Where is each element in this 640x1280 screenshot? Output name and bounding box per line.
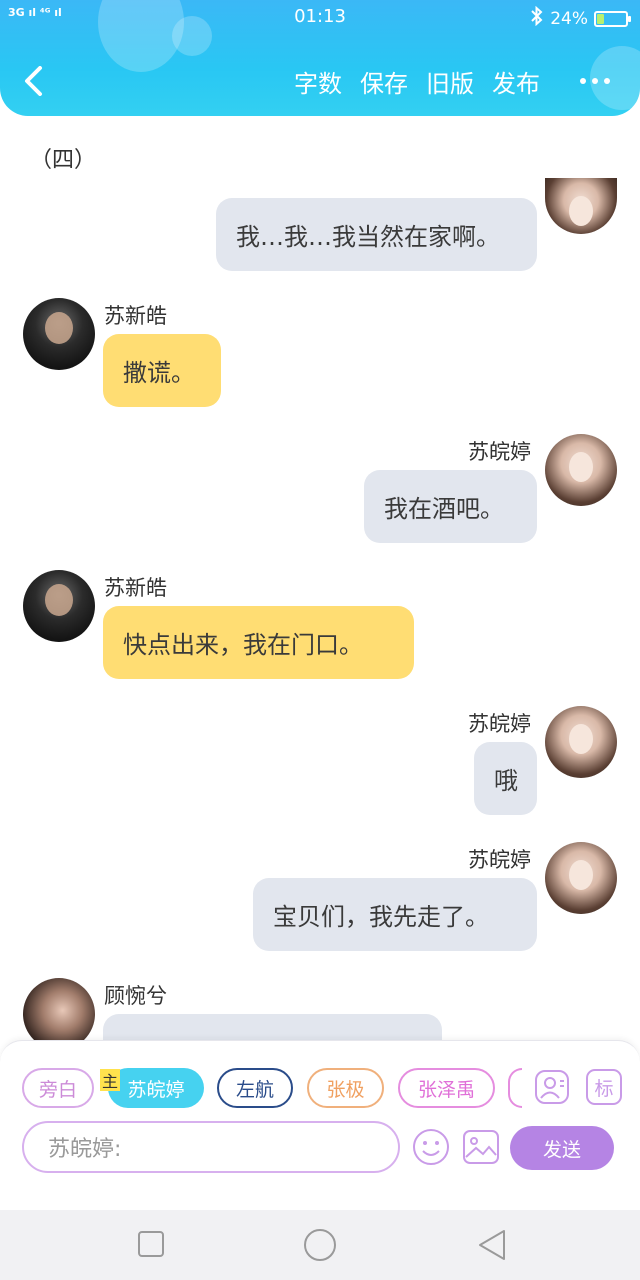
message-bubble: 我在酒吧。: [364, 470, 537, 543]
image-icon[interactable]: [463, 1130, 499, 1168]
back-icon[interactable]: [22, 66, 46, 96]
emoji-icon[interactable]: [412, 1128, 450, 1170]
chapter-title: （四）: [30, 148, 97, 173]
header-bar: 3G ıl ⁴ᴳ ıl 01:13 24% 字数 保存 旧版 发布: [0, 0, 640, 116]
message-input[interactable]: 苏皖婷:: [22, 1121, 400, 1173]
word-count-button[interactable]: 字数: [294, 64, 342, 99]
status-right: 24%: [530, 5, 631, 31]
sender-name: 顾惋兮: [104, 984, 167, 1008]
sender-name: 苏皖婷: [468, 848, 531, 872]
more-icon[interactable]: [580, 78, 610, 84]
sender-name: 苏新皓: [104, 304, 167, 328]
message-bubble: 哦: [474, 742, 537, 815]
battery-level: [597, 13, 605, 24]
avatar[interactable]: [545, 434, 617, 506]
system-nav-bar: [0, 1210, 640, 1280]
message-bubble: [103, 1014, 442, 1040]
role-chip[interactable]: 张极: [307, 1068, 384, 1108]
avatar[interactable]: [23, 570, 95, 642]
avatar[interactable]: [545, 706, 617, 778]
message-bubble: 快点出来，我在门口。: [103, 606, 414, 679]
role-chip-active[interactable]: 苏皖婷: [108, 1068, 204, 1108]
bluetooth-icon: [530, 5, 544, 31]
send-button[interactable]: 发送: [510, 1126, 614, 1170]
avatar[interactable]: [23, 298, 95, 370]
home-icon[interactable]: [303, 1228, 337, 1266]
header-actions: 字数 保存 旧版 发布: [294, 64, 540, 99]
role-chip-partial[interactable]: [508, 1068, 522, 1108]
status-bar: 3G ıl ⁴ᴳ ıl 01:13 24%: [0, 0, 640, 34]
role-chip-narrator[interactable]: 旁白: [22, 1068, 94, 1108]
publish-button[interactable]: 发布: [492, 64, 540, 99]
role-manage-icon[interactable]: [534, 1069, 570, 1109]
chat-area[interactable]: （四） 我…我…我当然在家啊。 苏新皓 撒谎。 苏皖婷 我在酒吧。 苏新皓 快点…: [0, 116, 640, 1040]
role-chip[interactable]: 张泽禹: [398, 1068, 495, 1108]
sender-name: 苏新皓: [104, 576, 167, 600]
battery-icon: [594, 10, 631, 27]
message-bubble: 宝贝们，我先走了。: [253, 878, 537, 951]
recent-apps-icon[interactable]: [138, 1231, 164, 1261]
save-button[interactable]: 保存: [360, 64, 408, 99]
old-version-button[interactable]: 旧版: [426, 64, 474, 99]
input-panel: 旁白 苏皖婷 主 左航 张极 张泽禹 标 苏皖婷: 发送: [0, 1040, 640, 1210]
role-chip[interactable]: 左航: [217, 1068, 293, 1108]
battery-percent: 24%: [550, 8, 588, 29]
sender-name: 苏皖婷: [468, 712, 531, 736]
back-nav-icon[interactable]: [478, 1229, 506, 1265]
avatar[interactable]: [545, 842, 617, 914]
main-role-tag: 主: [100, 1069, 120, 1091]
message-bubble: 我…我…我当然在家啊。: [216, 198, 537, 271]
app-screen: 3G ıl ⁴ᴳ ıl 01:13 24% 字数 保存 旧版 发布 （四） 我……: [0, 0, 640, 1280]
avatar[interactable]: [545, 178, 617, 234]
sender-name: 苏皖婷: [468, 440, 531, 464]
message-bubble: 撒谎。: [103, 334, 221, 407]
tag-button[interactable]: 标: [586, 1069, 622, 1105]
avatar[interactable]: [23, 978, 95, 1040]
